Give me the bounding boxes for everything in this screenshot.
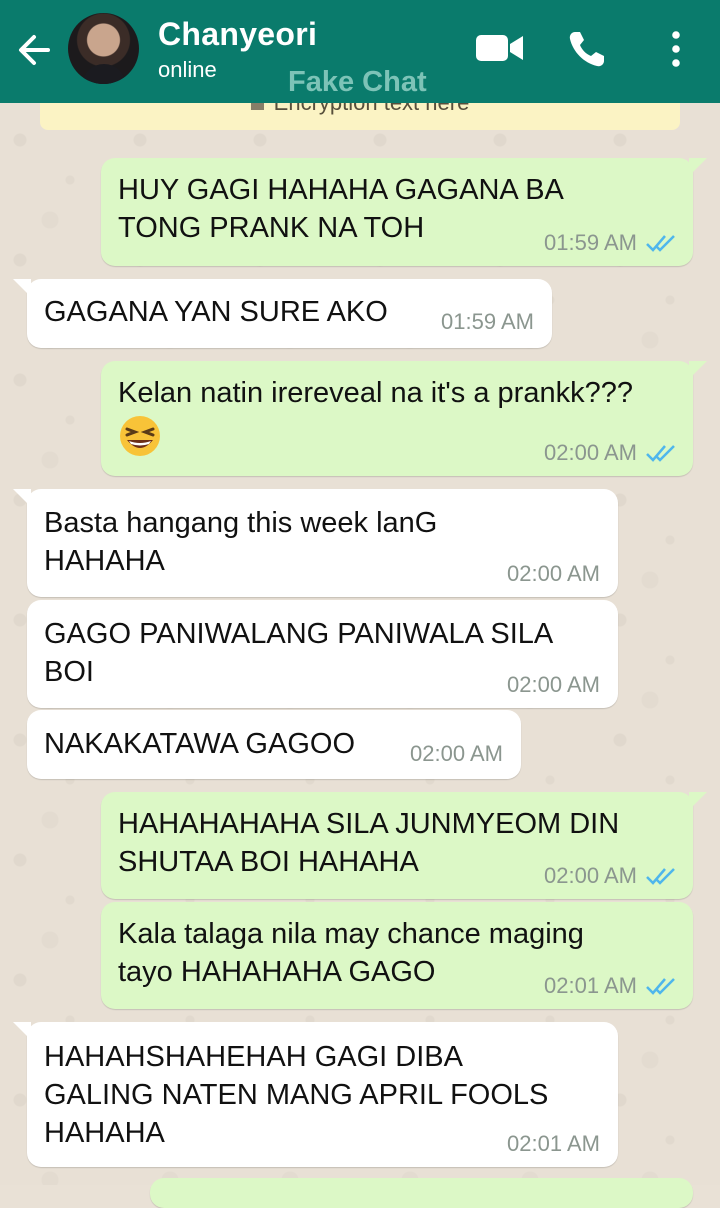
message-bubble-outgoing[interactable]: Kala talaga nila may chance maging tayo … [101,902,693,1009]
fake-chat-watermark: Fake Chat [288,66,427,98]
message-time: 02:01 AM [507,1131,600,1156]
message-bubble-incoming[interactable]: Basta hangang this week lanG HAHAHA 02:0… [13,489,618,597]
message-time: 01:59 AM [441,309,534,334]
message-bubble-incoming[interactable]: GAGO PANIWALANG PANIWALA SILA BOI 02:00 … [27,600,618,708]
more-vertical-icon[interactable] [664,28,688,70]
contact-status: online [158,57,217,82]
message-time: 02:00 AM [544,863,637,888]
message-time: 02:01 AM [544,973,637,998]
message-time: 02:00 AM [507,561,600,586]
video-camera-icon[interactable] [475,32,525,64]
message-bubble-outgoing[interactable]: Kelan natin irereveal na it's a prankk??… [101,361,707,476]
double-check-icon [646,868,675,885]
message-bubble-outgoing[interactable]: HUY GAGI HAHAHA GAGANA BA TONG PRANK NA … [101,158,707,266]
message-bubble-incoming[interactable]: HAHAHSHAHEHAH GAGI DIBA GALING NATEN MAN… [13,1022,618,1167]
message-time: 02:00 AM [507,672,600,697]
double-check-icon [646,978,675,995]
message-bubble-incoming[interactable]: GAGANA YAN SURE AKO 01:59 AM [13,279,552,348]
message-text: Kelan natin irereveal na it's a prankk??… [118,377,633,409]
message-time: 02:00 AM [410,741,503,766]
avatar[interactable] [68,13,139,84]
arrow-left-icon[interactable] [14,30,54,70]
message-bubble-outgoing-partial[interactable] [150,1178,693,1208]
message-time: 02:00 AM [544,440,637,465]
contact-name[interactable]: Chanyeori [158,16,317,53]
message-bubble-outgoing[interactable]: HAHAHAHAHA SILA JUNMYEOM DIN SHUTAA BOI … [101,792,707,899]
message-time: 01:59 AM [544,230,637,255]
phone-icon[interactable] [566,28,608,70]
message-bubble-incoming[interactable]: NAKAKATAWA GAGOO 02:00 AM [27,710,521,779]
grinning-squinting-face-icon [120,416,160,456]
double-check-icon [646,235,675,252]
double-check-icon [646,445,675,462]
